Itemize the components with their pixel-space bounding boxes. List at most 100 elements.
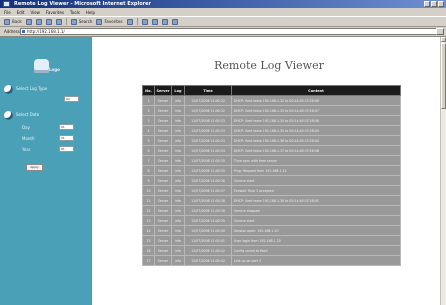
cell-log: info xyxy=(171,165,185,176)
table-row: 6 Server info 12/07/2006 11:00:34 DHCP: Sent… xyxy=(142,145,401,156)
cell-no: 13 xyxy=(142,215,155,226)
log-type-select[interactable]: All xyxy=(64,96,79,102)
go-button[interactable] xyxy=(436,28,444,35)
cell-server: Server xyxy=(154,145,172,156)
menu-view[interactable]: View xyxy=(30,10,40,15)
log-table: No. Server Log Time Content 1 Server info 1… xyxy=(142,85,401,266)
cell-no: 12 xyxy=(142,205,155,216)
print-button[interactable] xyxy=(151,18,158,25)
table-row: 3 Server info 12/07/2006 11:00:33 DHCP: Sent… xyxy=(142,115,401,126)
forward-button[interactable] xyxy=(25,18,32,25)
history-icon xyxy=(126,18,133,25)
year-input[interactable]: 01 xyxy=(59,146,74,152)
log-table-body: 1 Server info 12/07/2006 11:00:32 DHCP: Sent… xyxy=(142,95,401,266)
page-icon xyxy=(22,30,25,33)
cell-server: Server xyxy=(154,165,172,176)
mail-button[interactable] xyxy=(141,18,148,25)
toolbar: Back Search Favorites xyxy=(0,16,446,27)
address-bar: Address http://192.168.1.1/ xyxy=(0,27,446,37)
scroll-up-button[interactable] xyxy=(441,37,446,42)
scroll-thumb[interactable] xyxy=(441,43,446,109)
sidebar: Logo Select Log Type All Select Date Day… xyxy=(0,37,92,305)
menu-file[interactable]: File xyxy=(4,10,11,15)
cell-content: Service stopped xyxy=(231,205,401,216)
date-icon xyxy=(4,111,13,120)
minimize-button[interactable] xyxy=(424,1,430,7)
print-icon xyxy=(151,18,158,25)
address-input[interactable]: http://192.168.1.1/ xyxy=(20,28,440,35)
table-row: 10 Server info 12/07/2006 11:00:37 Firewall:… xyxy=(142,185,401,196)
cell-time: 12/07/2006 11:00:42 xyxy=(184,245,232,256)
cell-log: info xyxy=(171,205,185,216)
table-row: 12 Server info 12/07/2006 11:00:38 Service s… xyxy=(142,205,401,216)
cell-content: DHCP: Sent lease 192.168.1.37 to 00:14:A… xyxy=(231,145,401,156)
cell-content: Link up on port 2 xyxy=(231,255,401,266)
table-row: 1 Server info 12/07/2006 11:00:32 DHCP: Sent… xyxy=(142,95,401,106)
home-button[interactable] xyxy=(55,18,62,25)
vertical-scrollbar[interactable] xyxy=(440,37,446,305)
history-button[interactable] xyxy=(126,18,133,25)
cell-server: Server xyxy=(154,125,172,136)
cell-log: info xyxy=(171,95,185,106)
search-button[interactable]: Search xyxy=(70,18,92,25)
month-input[interactable]: 01 xyxy=(59,135,74,141)
table-row: 2 Server info 12/07/2006 11:00:32 DHCP: Sent… xyxy=(142,105,401,116)
search-icon xyxy=(70,18,77,25)
table-row: 16 Server info 12/07/2006 11:00:42 Config sa… xyxy=(142,245,401,256)
table-row: 13 Server info 12/07/2006 11:00:39 Service s… xyxy=(142,215,401,226)
cell-time: 12/07/2006 11:00:41 xyxy=(184,235,232,246)
maximize-button[interactable] xyxy=(431,1,437,7)
cell-log: info xyxy=(171,135,185,146)
cell-log: info xyxy=(171,225,185,236)
cell-no: 2 xyxy=(142,105,155,116)
cell-time: 12/07/2006 11:00:42 xyxy=(184,255,232,266)
favorites-button[interactable]: Favorites xyxy=(96,18,123,25)
cell-time: 12/07/2006 11:00:38 xyxy=(184,195,232,206)
day-input[interactable]: 01 xyxy=(59,124,74,130)
discuss-button[interactable] xyxy=(171,18,178,25)
refresh-button[interactable] xyxy=(45,18,52,25)
cell-content: Service start xyxy=(231,215,401,226)
cell-no: 3 xyxy=(142,115,155,126)
cell-log: info xyxy=(171,195,185,206)
cell-server: Server xyxy=(154,135,172,146)
cell-content: Config saved to flash xyxy=(231,245,401,256)
cell-no: 4 xyxy=(142,125,155,136)
cell-log: info xyxy=(171,175,185,186)
close-button[interactable] xyxy=(438,1,444,7)
menu-favorites[interactable]: Favorites xyxy=(46,10,64,15)
cell-content: DHCP: Sent lease 192.168.1.36 to 00:14:A… xyxy=(231,135,401,146)
cell-log: info xyxy=(171,255,185,266)
cell-time: 12/07/2006 11:00:36 xyxy=(184,175,232,186)
cell-no: 17 xyxy=(142,255,155,266)
back-button[interactable]: Back xyxy=(4,18,22,25)
router-logo-icon xyxy=(34,59,49,73)
edit-button[interactable] xyxy=(161,18,168,25)
home-icon xyxy=(55,18,62,25)
cell-server: Server xyxy=(154,105,172,116)
menu-edit[interactable]: Edit xyxy=(17,10,25,15)
cell-time: 12/07/2006 11:00:33 xyxy=(184,125,232,136)
stop-button[interactable] xyxy=(35,18,42,25)
cell-server: Server xyxy=(154,185,172,196)
cell-no: 8 xyxy=(142,165,155,176)
apply-button[interactable]: Apply xyxy=(26,164,43,171)
cell-server: Server xyxy=(154,195,172,206)
forward-icon xyxy=(25,18,32,25)
column-header-server: Server xyxy=(154,85,172,96)
cell-server: Server xyxy=(154,245,172,256)
cell-no: 16 xyxy=(142,245,155,256)
cell-content: Firewall: Rule 3 accepted xyxy=(231,185,401,196)
mail-icon xyxy=(141,18,148,25)
cell-time: 12/07/2006 11:00:38 xyxy=(184,205,232,216)
cell-content: User login from 192.168.1.20 xyxy=(231,235,401,246)
back-icon xyxy=(4,18,10,25)
cell-log: info xyxy=(171,115,185,126)
menu-help[interactable]: Help xyxy=(86,10,95,15)
cell-content: DHCP: Sent lease 192.168.1.33 to 00:14:A… xyxy=(231,105,401,116)
cell-time: 12/07/2006 11:00:40 xyxy=(184,225,232,236)
menu-tools[interactable]: Tools xyxy=(70,10,80,15)
cell-server: Server xyxy=(154,235,172,246)
favorites-icon xyxy=(96,18,103,25)
cell-server: Server xyxy=(154,95,172,106)
